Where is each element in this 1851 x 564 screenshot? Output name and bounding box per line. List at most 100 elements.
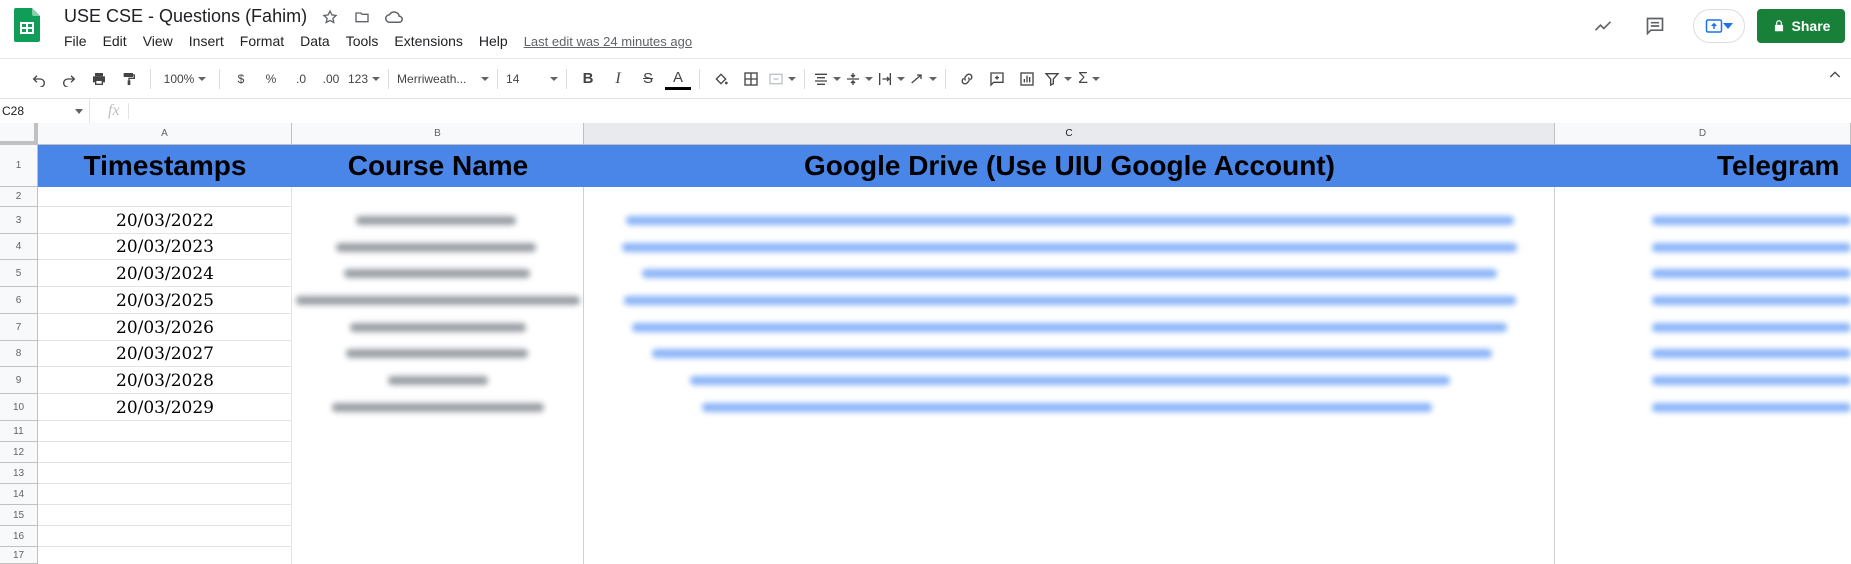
cloud-status-icon[interactable] [383, 6, 405, 28]
text-color-button[interactable]: A [665, 67, 692, 90]
collapse-toolbar-icon[interactable] [1827, 67, 1843, 88]
row-header[interactable]: 14 [0, 484, 38, 505]
row-header[interactable]: 5 [0, 260, 38, 287]
present-button[interactable] [1693, 9, 1745, 43]
select-all-corner[interactable] [0, 123, 38, 145]
row-header[interactable]: 12 [0, 442, 38, 463]
insert-comment-icon[interactable] [984, 65, 1010, 93]
column-header-d[interactable]: D [1555, 123, 1851, 145]
column-header-b[interactable]: B [292, 123, 584, 145]
header-cell-google-drive[interactable]: Google Drive (Use UIU Google Account) [584, 145, 1555, 187]
formula-input[interactable] [129, 101, 1851, 121]
undo-icon[interactable] [26, 65, 52, 93]
cell-reference: C28 [2, 104, 25, 118]
menu-data[interactable]: Data [292, 33, 338, 49]
bold-button[interactable]: B [575, 65, 601, 93]
header-cell-course-name[interactable]: Course Name [292, 145, 584, 187]
row-header[interactable]: 2 [0, 187, 38, 207]
menu-bar: File Edit View Insert Format Data Tools … [56, 33, 692, 49]
zoom-select[interactable]: 100% [159, 65, 211, 93]
name-box[interactable]: C28 [0, 99, 90, 123]
menu-tools[interactable]: Tools [338, 33, 387, 49]
row-header[interactable]: 7 [0, 314, 38, 341]
share-button[interactable]: Share [1757, 9, 1845, 43]
timestamp-cell[interactable]: 20/03/2028 [38, 367, 292, 394]
header-cell-telegram[interactable]: Telegram [1555, 145, 1851, 187]
explore-trend-icon[interactable] [1585, 8, 1621, 44]
last-edit-link[interactable]: Last edit was 24 minutes ago [524, 34, 692, 49]
row-header[interactable]: 9 [0, 367, 38, 394]
horizontal-align-icon[interactable] [813, 65, 841, 93]
divider [699, 68, 701, 89]
merge-cells-icon[interactable] [768, 65, 796, 93]
divider [150, 68, 151, 89]
insert-link-icon[interactable] [954, 65, 980, 93]
comments-icon[interactable] [1637, 8, 1673, 44]
formula-bar: C28 fx [0, 98, 1851, 124]
increase-decimal-button[interactable]: .00 [318, 65, 344, 93]
more-formats-select[interactable]: 123 [348, 65, 380, 93]
chevron-down-icon [1723, 23, 1733, 29]
row-header[interactable]: 13 [0, 463, 38, 484]
menu-format[interactable]: Format [232, 33, 292, 49]
timestamp-cell[interactable]: 20/03/2025 [38, 287, 292, 314]
menu-file[interactable]: File [56, 33, 95, 49]
paint-format-icon[interactable] [116, 65, 142, 93]
text-wrapping-icon[interactable] [877, 65, 905, 93]
timestamp-cell[interactable]: 20/03/2026 [38, 314, 292, 341]
row-header[interactable]: 10 [0, 394, 38, 421]
menu-insert[interactable]: Insert [181, 33, 232, 49]
timestamp-cell[interactable]: 20/03/2024 [38, 260, 292, 287]
app-header: USE CSE - Questions (Fahim) File Edit Vi… [0, 0, 1851, 58]
header-cell-timestamps[interactable]: Timestamps [38, 145, 292, 187]
menu-edit[interactable]: Edit [95, 33, 135, 49]
timestamp-cell[interactable]: 20/03/2023 [38, 234, 292, 260]
sheets-logo-icon[interactable] [14, 8, 40, 42]
blurred-redacted-content [296, 216, 1851, 412]
sheet-grid: A B C D 1 2 3 4 5 6 7 8 9 10 11 12 13 14… [0, 123, 1851, 564]
timestamp-cell[interactable]: 20/03/2022 [38, 207, 292, 234]
row-header[interactable]: 11 [0, 421, 38, 442]
italic-button[interactable]: I [605, 65, 631, 93]
divider [804, 68, 806, 89]
row-header[interactable]: 16 [0, 526, 38, 547]
timestamp-cell[interactable]: 20/03/2029 [38, 394, 292, 421]
divider [219, 68, 220, 89]
document-title[interactable]: USE CSE - Questions (Fahim) [64, 6, 307, 27]
text-rotation-icon[interactable] [909, 65, 937, 93]
vertical-align-icon[interactable] [845, 65, 873, 93]
divider [497, 68, 499, 89]
row-header[interactable]: 8 [0, 341, 38, 367]
filter-icon[interactable] [1044, 65, 1072, 93]
toolbar: 100% $ % .0 .00 123 Merriweath... 14 B I… [0, 58, 1851, 98]
font-size-select[interactable]: 14 [506, 65, 558, 93]
menu-view[interactable]: View [135, 33, 181, 49]
insert-chart-icon[interactable] [1014, 65, 1040, 93]
move-folder-icon[interactable] [351, 6, 373, 28]
row-header[interactable]: 4 [0, 234, 38, 260]
fill-color-icon[interactable] [708, 65, 734, 93]
functions-icon[interactable]: Σ [1076, 65, 1102, 93]
star-icon[interactable] [319, 6, 341, 28]
print-icon[interactable] [86, 65, 112, 93]
row-header[interactable]: 15 [0, 505, 38, 526]
divider [388, 68, 390, 89]
timestamp-cell[interactable]: 20/03/2027 [38, 341, 292, 367]
divider [945, 68, 947, 89]
decrease-decimal-button[interactable]: .0 [288, 65, 314, 93]
percent-format-button[interactable]: % [258, 65, 284, 93]
strikethrough-button[interactable]: S [635, 65, 661, 93]
grid-line [38, 546, 292, 547]
menu-help[interactable]: Help [471, 33, 516, 49]
row-header[interactable]: 1 [0, 145, 38, 187]
row-header[interactable]: 17 [0, 547, 38, 564]
font-family-select[interactable]: Merriweath... [397, 65, 489, 93]
borders-icon[interactable] [738, 65, 764, 93]
column-header-a[interactable]: A [38, 123, 292, 145]
column-header-c[interactable]: C [584, 123, 1555, 145]
redo-icon[interactable] [56, 65, 82, 93]
row-header[interactable]: 3 [0, 207, 38, 234]
currency-format-button[interactable]: $ [228, 65, 254, 93]
row-header[interactable]: 6 [0, 287, 38, 314]
menu-extensions[interactable]: Extensions [386, 33, 470, 49]
